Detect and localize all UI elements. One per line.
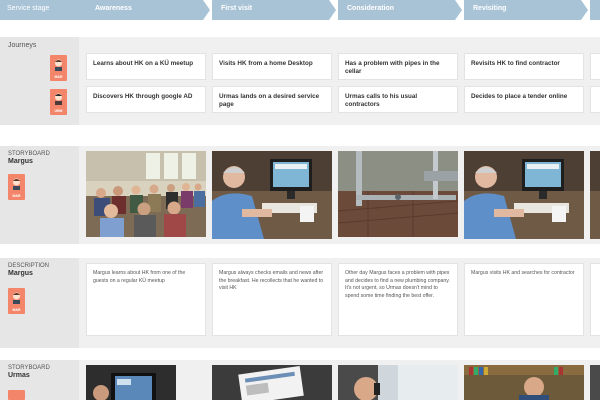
person-icon <box>55 93 62 105</box>
description-card[interactable]: Other day Margus faces a problem with pi… <box>338 263 458 336</box>
journeys-panel: Journeys MAR URM <box>0 37 79 125</box>
laptop-photo <box>212 365 332 400</box>
stage-consideration[interactable]: Consideration <box>338 0 462 20</box>
storyboard-margus-panel: STORYBOARD Margus MAR <box>0 146 79 244</box>
margus-tag: MAR <box>12 308 21 312</box>
margus-avatar: MAR <box>8 174 25 200</box>
journey-card[interactable]: Urmas lands on a desired service page <box>212 86 332 113</box>
storyboard-persona-name: Margus <box>8 158 33 165</box>
service-stage-bar: Service stage Awareness First visit Cons… <box>0 0 600 20</box>
storyboard-urmas-panel: STORYBOARD Urmas <box>0 360 79 400</box>
stage-awareness[interactable]: Awareness <box>86 0 210 20</box>
meetup-audience-photo <box>86 151 206 237</box>
urmas-avatar <box>8 390 25 400</box>
urmas-avatar: URM <box>50 89 67 115</box>
journey-card[interactable]: Decides to place a tender online <box>464 86 584 113</box>
journey-card[interactable] <box>590 53 600 80</box>
margus-avatar: MAR <box>50 55 67 81</box>
description-card[interactable]: Margus always checks emails and news aft… <box>212 263 332 336</box>
person-icon <box>13 292 20 304</box>
margus-tag: MAR <box>54 75 63 79</box>
next-photo <box>590 365 600 400</box>
stage-revisiting[interactable]: Revisiting <box>464 0 588 20</box>
cellar-pipes-photo <box>338 151 458 237</box>
stage-first-visit[interactable]: First visit <box>212 0 336 20</box>
description-card[interactable]: Margus learns about HK from one of the g… <box>86 263 206 336</box>
journey-card[interactable]: Urmas calls to his usual contractors <box>338 86 458 113</box>
description-sublabel: DESCRIPTION <box>8 263 50 269</box>
urmas-tag: URM <box>54 109 63 113</box>
description-card[interactable] <box>590 263 600 336</box>
journeys-label: Journeys <box>8 42 37 49</box>
man-on-phone-in-car-photo <box>338 365 458 400</box>
description-margus-panel: DESCRIPTION Margus MAR <box>0 258 79 348</box>
man-in-library-photo <box>464 365 584 400</box>
journey-card[interactable]: Revisits HK to find contractor <box>464 53 584 80</box>
person-icon <box>55 59 62 71</box>
stage-next[interactable] <box>590 0 600 20</box>
man-at-desktop-photo <box>212 151 332 239</box>
storyboard-sublabel: STORYBOARD <box>8 365 50 371</box>
margus-tag: MAR <box>12 194 21 198</box>
service-stage-label: Service stage <box>0 0 86 20</box>
man-at-desktop-photo <box>464 151 584 239</box>
description-card[interactable]: Margus visits HK and searches for contra… <box>464 263 584 336</box>
margus-avatar: MAR <box>8 288 25 314</box>
journey-card[interactable]: Has a problem with pipes in the cellar <box>338 53 458 80</box>
journey-card[interactable]: Learns about HK on a KÜ meetup <box>86 53 206 80</box>
storyboard-persona-name: Urmas <box>8 372 30 379</box>
storyboard-sublabel: STORYBOARD <box>8 151 50 157</box>
journey-card[interactable]: Visits HK from a home Desktop <box>212 53 332 80</box>
description-persona-name: Margus <box>8 270 33 277</box>
journey-card[interactable]: Discovers HK through google AD <box>86 86 206 113</box>
journey-card[interactable] <box>590 86 600 113</box>
next-photo <box>590 151 600 239</box>
person-icon <box>13 178 20 190</box>
tablet-in-hand-photo <box>86 365 176 400</box>
